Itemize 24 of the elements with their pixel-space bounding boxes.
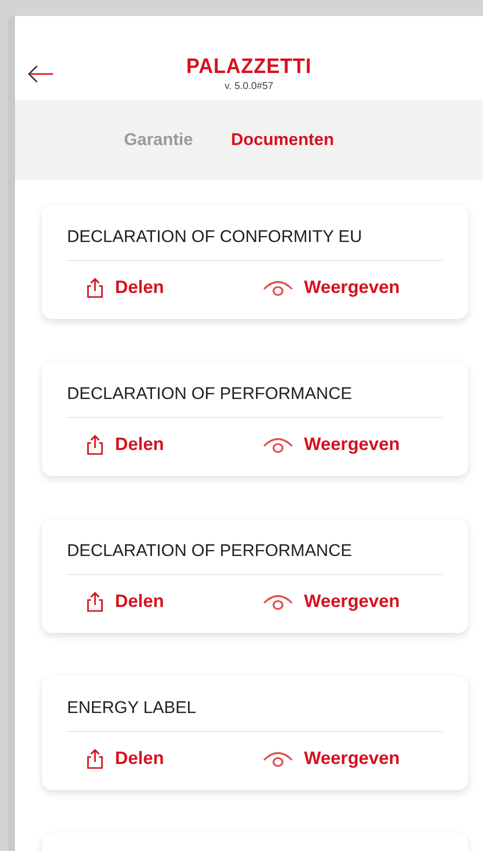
share-icon	[85, 748, 105, 768]
share-button[interactable]: Delen	[85, 588, 262, 615]
document-title: DECLARATION OF PERFORMANCE	[67, 384, 352, 403]
share-button[interactable]: Delen	[85, 274, 262, 301]
back-arrow-icon	[27, 64, 55, 83]
share-icon	[85, 434, 105, 454]
eye-icon	[262, 436, 294, 454]
document-title: DECLARATION OF CONFORMITY EU	[67, 227, 362, 246]
view-button[interactable]: Weergeven	[262, 588, 400, 615]
view-button[interactable]: Weergeven	[262, 431, 400, 458]
document-title: ENERGY LABEL	[67, 698, 196, 717]
version-text: v. 5.0.0#57	[224, 81, 274, 92]
document-title: DECLARATION OF PERFORMANCE	[67, 541, 352, 560]
share-button[interactable]: Delen	[85, 431, 262, 458]
brand-logo: PALAZZETTI	[186, 56, 312, 77]
eye-icon	[262, 278, 294, 296]
share-icon	[85, 592, 105, 612]
share-button[interactable]: Delen	[85, 745, 262, 772]
view-button[interactable]: Weergeven	[262, 745, 400, 772]
share-icon	[85, 278, 105, 298]
view-button[interactable]: Weergeven	[262, 274, 400, 301]
eye-icon	[262, 750, 294, 768]
eye-icon	[262, 592, 294, 610]
tab[interactable]: Documenten	[231, 127, 334, 153]
